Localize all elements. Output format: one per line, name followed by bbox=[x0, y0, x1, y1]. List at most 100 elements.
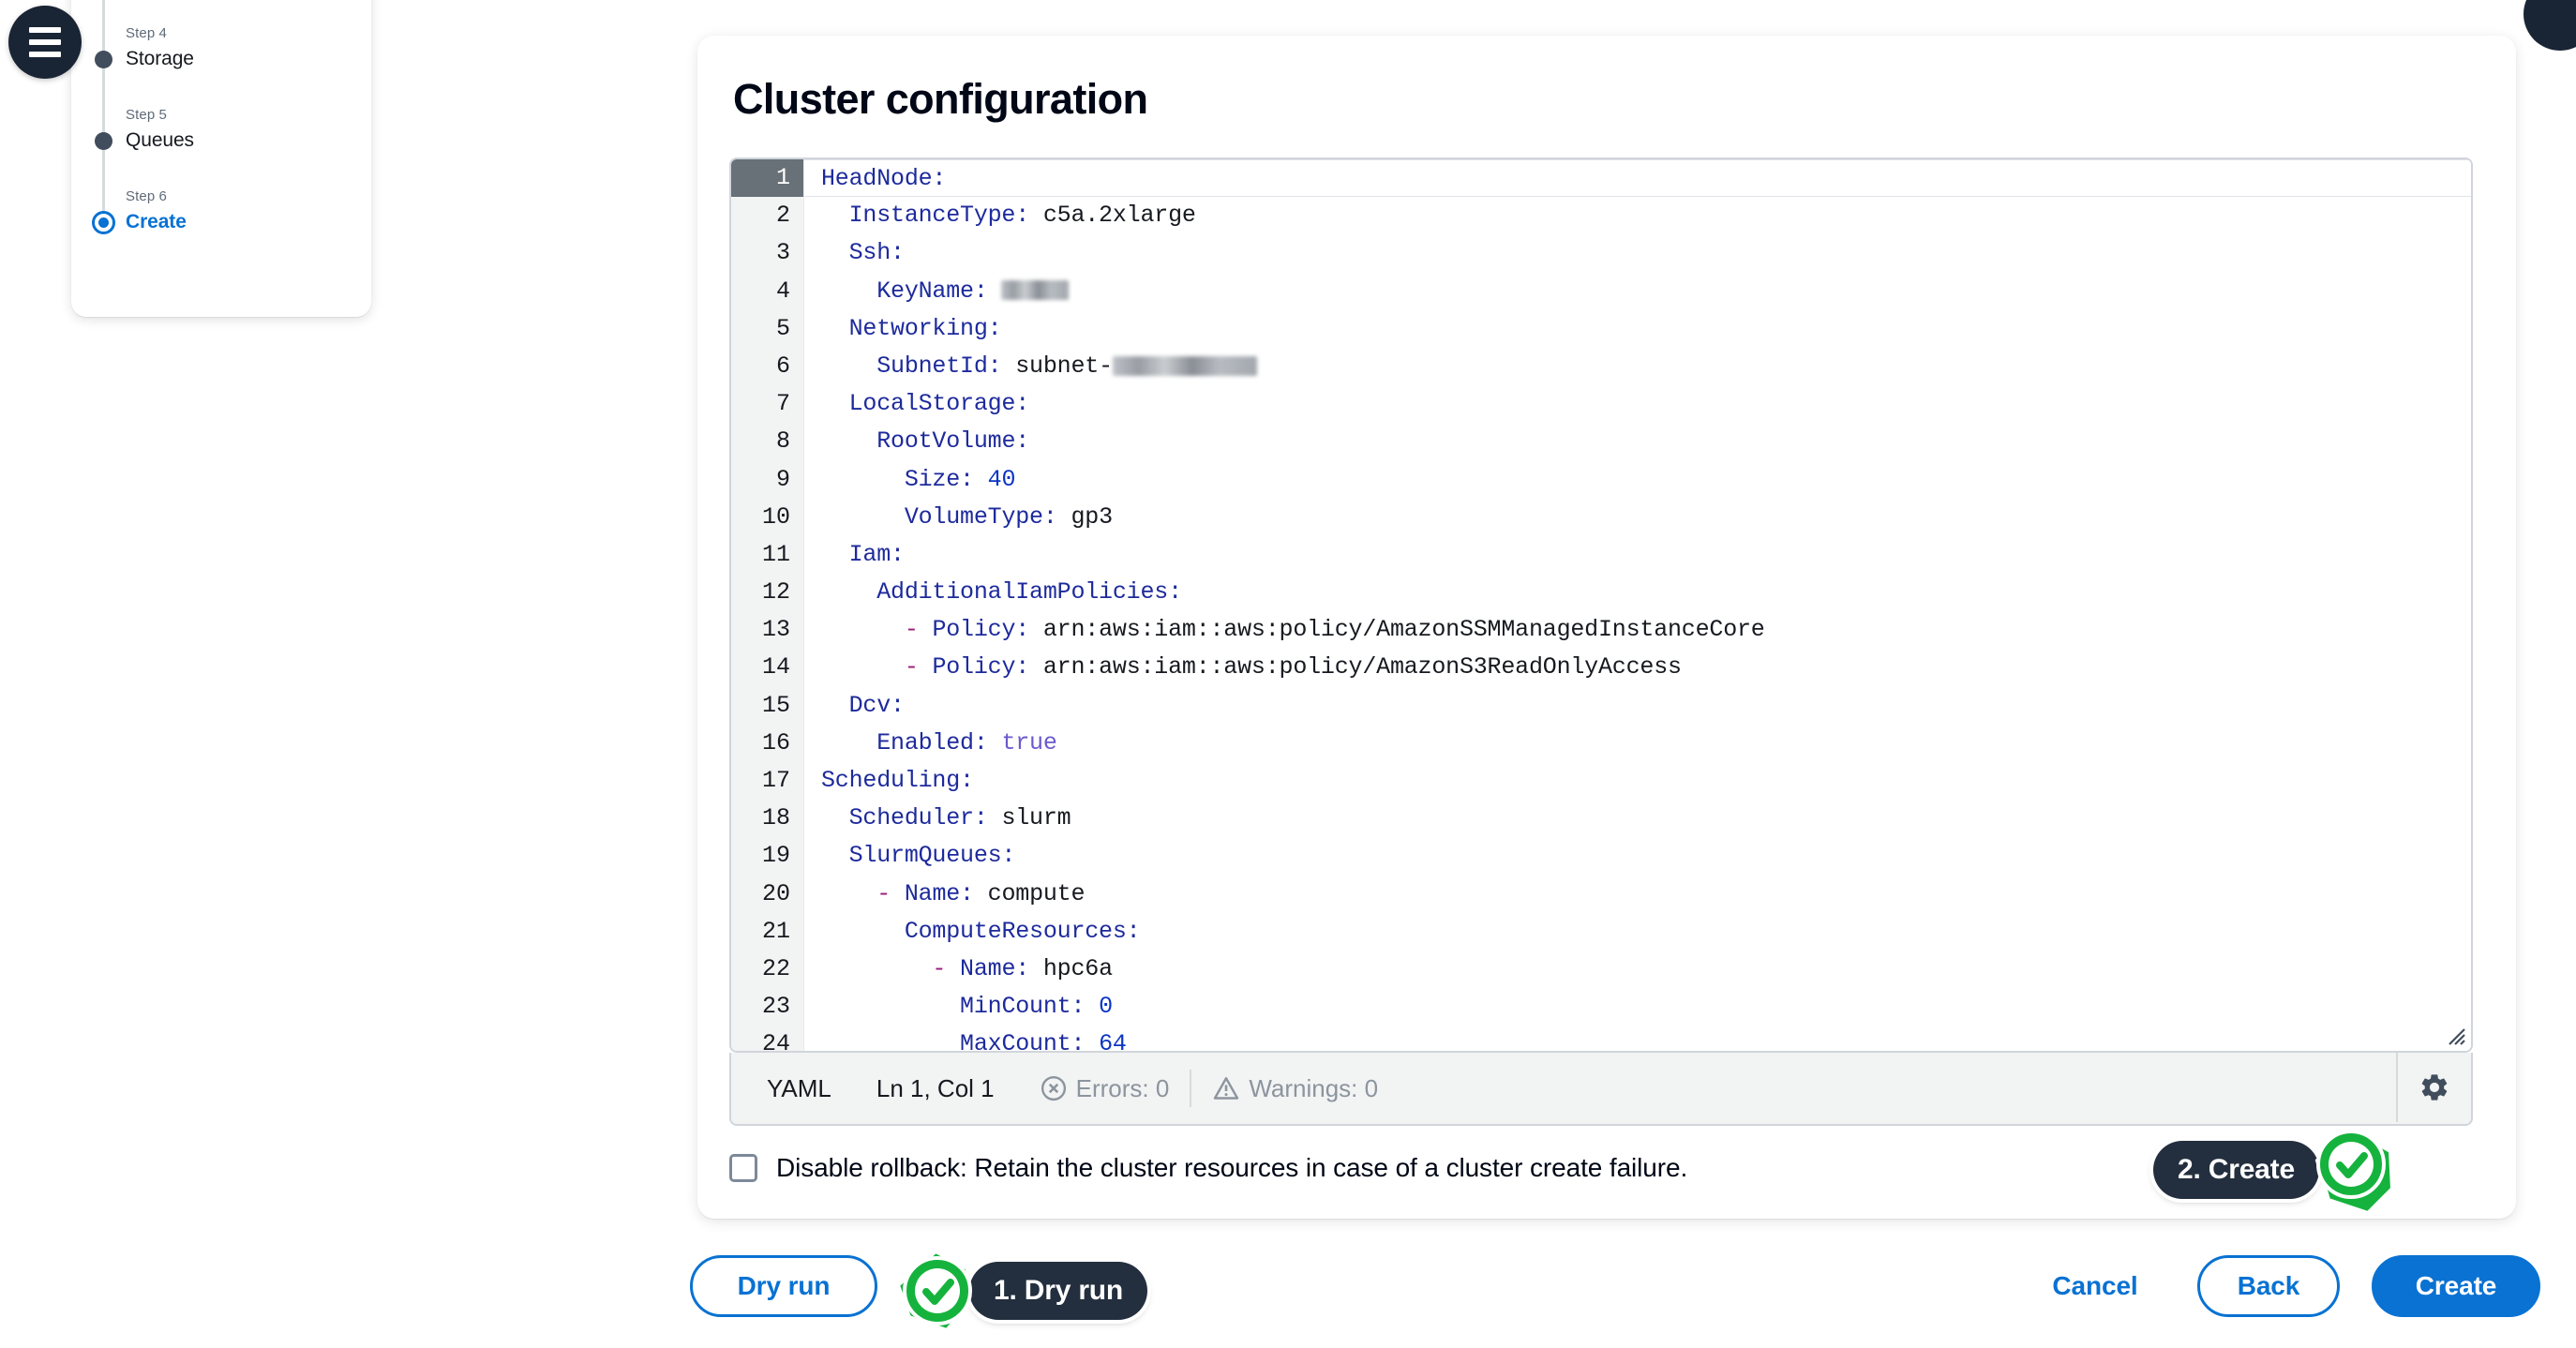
editor-code-line[interactable]: Ssh: bbox=[804, 234, 2471, 272]
code-token-key: Policy: bbox=[932, 616, 1030, 644]
wizard-navigation-card: Step 3Head nodeStep 4StorageStep 5Queues… bbox=[71, 0, 371, 317]
editor-code-line[interactable]: - Name: hpc6a bbox=[804, 951, 2471, 988]
code-token-key: Name: bbox=[960, 954, 1030, 982]
resize-handle-icon[interactable] bbox=[2445, 1025, 2465, 1045]
cluster-configuration-card: Cluster configuration 1 2 3 4 5 6 7 8 9 10 11 12 13 1… bbox=[697, 36, 2516, 1219]
code-token-key: RootVolume: bbox=[876, 427, 1030, 456]
editor-code-line[interactable]: MaxCount: 64 bbox=[804, 1026, 2471, 1053]
editor-line-number: 2 bbox=[775, 202, 790, 230]
editor-code-line[interactable]: KeyName: bbox=[804, 273, 2471, 310]
editor-code-line[interactable]: - Name: compute bbox=[804, 876, 2471, 913]
editor-code-line[interactable]: VolumeType: gp3 bbox=[804, 499, 2471, 536]
code-token-key: AdditionalIamPolicies: bbox=[876, 578, 1182, 607]
editor-code-line[interactable]: ComputeResources: bbox=[804, 913, 2471, 951]
wizard-step-current-dot-icon bbox=[92, 211, 115, 235]
check-badge-icon bbox=[2306, 1123, 2400, 1217]
create-button[interactable]: Create bbox=[2372, 1255, 2540, 1317]
disable-rollback-label: Disable rollback: Retain the cluster res… bbox=[776, 1153, 1688, 1182]
editor-line-number: 8 bbox=[775, 427, 790, 456]
yaml-code-editor[interactable]: 1 2 3 4 5 6 7 8 9 10 11 12 13 14 15 16 17 18 19 20 21 22 23 24 … bbox=[729, 157, 2473, 1053]
editor-line-number: 15 bbox=[761, 691, 790, 719]
check-badge-icon bbox=[889, 1244, 982, 1338]
editor-line-number: 10 bbox=[761, 502, 790, 531]
editor-code-line[interactable]: Scheduling: bbox=[804, 762, 2471, 800]
code-token-key: Scheduler: bbox=[848, 804, 988, 832]
wizard-step-dot-icon bbox=[95, 132, 112, 151]
code-token-str: subnet- bbox=[1001, 352, 1113, 380]
hamburger-icon-bar bbox=[29, 27, 61, 33]
code-token-key: SlurmQueues: bbox=[848, 842, 1016, 870]
editor-code-line[interactable]: Iam: bbox=[804, 536, 2471, 574]
editor-code-line[interactable]: - Policy: arn:aws:iam::aws:policy/Amazon… bbox=[804, 611, 2471, 649]
cancel-button[interactable]: Cancel bbox=[2025, 1255, 2165, 1317]
editor-line-number: 24 bbox=[761, 1030, 790, 1053]
callout-dry-run-label: 1. Dry run bbox=[969, 1262, 1148, 1320]
disable-rollback-row[interactable]: Disable rollback: Retain the cluster res… bbox=[729, 1153, 1687, 1183]
code-token-num: 40 bbox=[973, 465, 1016, 493]
editor-line-number: 5 bbox=[775, 314, 790, 342]
editor-code-line[interactable]: Enabled: true bbox=[804, 725, 2471, 762]
back-button[interactable]: Back bbox=[2197, 1255, 2340, 1317]
editor-code-line[interactable]: HeadNode: bbox=[804, 159, 2471, 198]
callout-create-label: 2. Create bbox=[2153, 1141, 2319, 1199]
disable-rollback-checkbox[interactable] bbox=[729, 1154, 757, 1182]
editor-line-number: 9 bbox=[775, 465, 790, 493]
editor-code-line[interactable]: Networking: bbox=[804, 310, 2471, 348]
status-errors[interactable]: Errors: 0 bbox=[1040, 1074, 1169, 1103]
wizard-step-title: Queues bbox=[126, 128, 194, 151]
dry-run-button[interactable]: Dry run bbox=[690, 1255, 877, 1317]
wizard-step-queues[interactable]: Step 5 Queues bbox=[71, 105, 371, 153]
callout-dry-run: 1. Dry run bbox=[889, 1244, 1148, 1338]
code-token-dash: - bbox=[876, 879, 891, 907]
editor-code-line[interactable]: - Policy: arn:aws:iam::aws:policy/Amazon… bbox=[804, 649, 2471, 686]
editor-code-line[interactable]: Dcv: bbox=[804, 687, 2471, 725]
hamburger-menu-button[interactable] bbox=[8, 6, 82, 79]
editor-line-number-gutter: 1 2 3 4 5 6 7 8 9 10 11 12 13 14 15 16 17 18 19 20 21 22 23 24 bbox=[731, 159, 804, 1051]
editor-line-number: 7 bbox=[775, 390, 790, 418]
code-token-str: arn:aws:iam::aws:policy/AmazonSSMManaged… bbox=[1029, 616, 1765, 644]
wizard-step-number: Step 4 bbox=[126, 25, 167, 42]
wizard-step-title: Create bbox=[126, 210, 187, 232]
editor-code-line[interactable]: MinCount: 0 bbox=[804, 988, 2471, 1026]
editor-status-bar: YAML Ln 1, Col 1 Errors: 0 Warnings: 0 bbox=[729, 1053, 2473, 1126]
status-warnings-label: Warnings: 0 bbox=[1249, 1073, 1379, 1102]
editor-code-line[interactable]: SubnetId: subnet- bbox=[804, 348, 2471, 385]
hamburger-icon-bar bbox=[29, 39, 61, 45]
editor-line-number: 6 bbox=[775, 352, 790, 380]
editor-code-line[interactable]: SlurmQueues: bbox=[804, 837, 2471, 875]
editor-code-line[interactable]: Size: 40 bbox=[804, 461, 2471, 499]
code-token-key: SubnetId: bbox=[876, 352, 1002, 380]
code-token-key: Networking: bbox=[848, 314, 1002, 342]
code-token-key: Name: bbox=[904, 879, 974, 907]
hamburger-icon-bar bbox=[29, 52, 61, 57]
editor-line-number: 17 bbox=[761, 767, 790, 794]
editor-code-line[interactable]: AdditionalIamPolicies: bbox=[804, 574, 2471, 611]
editor-code-line[interactable]: InstanceType: c5a.2xlarge bbox=[804, 197, 2471, 234]
editor-code-line[interactable]: Scheduler: slurm bbox=[804, 800, 2471, 837]
wizard-step-storage[interactable]: Step 4 Storage bbox=[71, 23, 371, 71]
status-divider bbox=[1190, 1070, 1192, 1107]
editor-line-number: 20 bbox=[761, 879, 790, 907]
status-warnings[interactable]: Warnings: 0 bbox=[1212, 1074, 1378, 1103]
editor-code-line[interactable]: RootVolume: bbox=[804, 423, 2471, 460]
editor-code-area[interactable]: HeadNode: InstanceType: c5a.2xlarge Ssh:… bbox=[804, 159, 2471, 1051]
editor-settings-button[interactable] bbox=[2396, 1053, 2471, 1122]
editor-code-line[interactable]: LocalStorage: bbox=[804, 385, 2471, 423]
code-token-dash: - bbox=[932, 954, 947, 982]
wizard-step-create[interactable]: Step 6 Create bbox=[71, 187, 371, 235]
code-token-key: InstanceType: bbox=[848, 202, 1030, 230]
code-token-num: 64 bbox=[1085, 1030, 1127, 1053]
code-token-key: KeyName: bbox=[876, 277, 988, 305]
avatar-circle-icon[interactable] bbox=[2524, 0, 2576, 51]
redacted-value bbox=[1112, 355, 1257, 376]
code-token-key: ComputeResources: bbox=[904, 917, 1141, 945]
